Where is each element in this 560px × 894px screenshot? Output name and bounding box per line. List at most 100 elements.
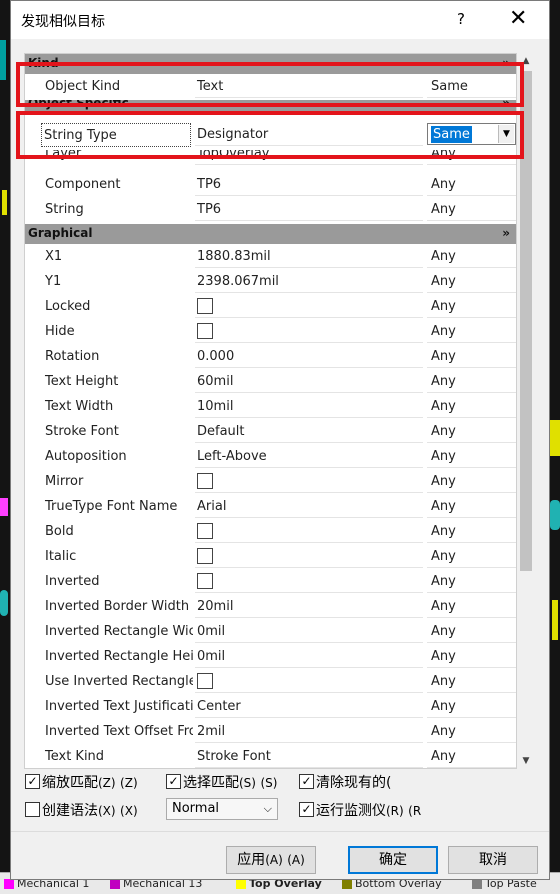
close-button[interactable]: ✕ xyxy=(509,6,527,32)
property-value[interactable]: 1880.83mil xyxy=(195,245,423,268)
checkbox-icon[interactable] xyxy=(197,322,213,339)
layer-color-swatch xyxy=(236,879,246,889)
match-mode[interactable]: Any xyxy=(427,320,516,343)
match-mode[interactable]: Any xyxy=(427,173,516,196)
match-mode[interactable]: Any xyxy=(427,645,516,668)
property-name: Italic xyxy=(45,549,77,564)
match-mode[interactable]: Any xyxy=(427,245,516,268)
property-row[interactable]: Autoposition Left-Above Any xyxy=(25,445,516,470)
collapse-icon[interactable]: » xyxy=(502,224,510,243)
property-row[interactable]: Italic Any xyxy=(25,545,516,570)
checkbox-icon: ✓ xyxy=(299,802,314,817)
property-value[interactable]: Center xyxy=(195,695,423,718)
property-value[interactable] xyxy=(195,545,423,568)
property-row[interactable]: Rotation 0.000 Any xyxy=(25,345,516,370)
vertical-scrollbar[interactable]: ▲ ▼ xyxy=(517,53,535,769)
create-expression-checkbox[interactable]: 创建语法(X) (X) xyxy=(25,800,138,820)
help-button[interactable]: ? xyxy=(457,10,465,28)
property-row[interactable]: Y1 2398.067mil Any xyxy=(25,270,516,295)
match-mode[interactable]: Any xyxy=(427,745,516,768)
match-mode[interactable]: Any xyxy=(427,570,516,593)
match-mode[interactable]: Any xyxy=(427,520,516,543)
checkbox-icon xyxy=(25,802,40,817)
match-mode[interactable]: Any xyxy=(427,595,516,618)
property-value[interactable] xyxy=(195,320,423,343)
zoom-matching-checkbox[interactable]: ✓ 缩放匹配(Z) (Z) xyxy=(25,772,138,792)
property-row[interactable]: Text Height 60mil Any xyxy=(25,370,516,395)
cancel-button[interactable]: 取消 xyxy=(448,846,538,874)
run-inspector-checkbox[interactable]: ✓ 运行监测仪(R) (R xyxy=(299,800,421,820)
mask-mode-select[interactable]: Normal ⌵ xyxy=(166,798,278,820)
select-matching-checkbox[interactable]: ✓ 选择匹配(S) (S) xyxy=(166,772,277,792)
property-value[interactable] xyxy=(195,470,423,493)
match-mode[interactable]: Any xyxy=(427,620,516,643)
property-row[interactable]: Inverted Rectangle Hei 0mil Any xyxy=(25,645,516,670)
match-mode[interactable]: Any xyxy=(427,470,516,493)
checkbox-icon[interactable] xyxy=(197,672,213,689)
property-value[interactable] xyxy=(195,570,423,593)
property-row[interactable]: TrueType Font Name Arial Any xyxy=(25,495,516,520)
checkbox-icon[interactable] xyxy=(197,572,213,589)
property-row[interactable]: Inverted Any xyxy=(25,570,516,595)
property-value[interactable]: 20mil xyxy=(195,595,423,618)
property-row[interactable]: String TP6 Any xyxy=(25,198,516,223)
property-value[interactable] xyxy=(195,670,423,693)
property-value[interactable]: TP6 xyxy=(195,173,423,196)
highlight-box-string-type xyxy=(16,111,524,159)
property-name: Inverted Text Justificati xyxy=(45,699,193,714)
property-row[interactable]: Inverted Rectangle Wic 0mil Any xyxy=(25,620,516,645)
property-value[interactable]: 60mil xyxy=(195,370,423,393)
match-mode[interactable]: Any xyxy=(427,720,516,743)
property-value[interactable]: Left-Above xyxy=(195,445,423,468)
match-mode[interactable]: Any xyxy=(427,370,516,393)
match-mode[interactable]: Any xyxy=(427,545,516,568)
scroll-down-icon[interactable]: ▼ xyxy=(517,753,535,769)
property-row[interactable]: Mirror Any xyxy=(25,470,516,495)
property-value[interactable]: TP6 xyxy=(195,198,423,221)
property-row[interactable]: Locked Any xyxy=(25,295,516,320)
property-row[interactable]: X1 1880.83mil Any xyxy=(25,245,516,270)
property-value[interactable] xyxy=(195,520,423,543)
property-value[interactable]: 2mil xyxy=(195,720,423,743)
match-mode[interactable]: Any xyxy=(427,445,516,468)
checkbox-icon[interactable] xyxy=(197,522,213,539)
property-row[interactable]: Hide Any xyxy=(25,320,516,345)
match-mode[interactable]: Any xyxy=(427,270,516,293)
property-row[interactable]: Use Inverted Rectangle Any xyxy=(25,670,516,695)
property-row[interactable]: Component TP6 Any xyxy=(25,173,516,198)
property-row[interactable]: Stroke Font Default Any xyxy=(25,420,516,445)
ok-button[interactable]: 确定 xyxy=(348,846,438,874)
match-mode[interactable]: Any xyxy=(427,695,516,718)
property-value[interactable]: 2398.067mil xyxy=(195,270,423,293)
match-mode[interactable]: Any xyxy=(427,420,516,443)
checkbox-icon[interactable] xyxy=(197,297,213,314)
section-graphical[interactable]: Graphical » xyxy=(25,224,516,244)
match-mode[interactable]: Any xyxy=(427,495,516,518)
clear-existing-checkbox[interactable]: ✓ 清除现有的( xyxy=(299,772,391,792)
property-value[interactable]: Stroke Font xyxy=(195,745,423,768)
checkbox-icon[interactable] xyxy=(197,472,213,489)
match-mode[interactable]: Any xyxy=(427,295,516,318)
checkbox-icon: ✓ xyxy=(25,774,40,789)
property-value[interactable] xyxy=(195,295,423,318)
apply-button[interactable]: 应用(A) (A) xyxy=(226,846,316,874)
match-mode[interactable]: Any xyxy=(427,670,516,693)
property-value[interactable]: 10mil xyxy=(195,395,423,418)
property-row[interactable]: Bold Any xyxy=(25,520,516,545)
property-row[interactable]: Inverted Text Offset Fro 2mil Any xyxy=(25,720,516,745)
find-similar-objects-dialog: 发现相似目标 ? ✕ Kind» Object Kind Text Same Obj… xyxy=(10,0,550,880)
property-row[interactable]: Inverted Text Justificati Center Any xyxy=(25,695,516,720)
property-value[interactable]: 0mil xyxy=(195,645,423,668)
property-row[interactable]: Inverted Border Width 20mil Any xyxy=(25,595,516,620)
property-value[interactable]: Arial xyxy=(195,495,423,518)
layer-color-swatch xyxy=(342,879,352,889)
property-value[interactable]: Default xyxy=(195,420,423,443)
match-mode[interactable]: Any xyxy=(427,345,516,368)
property-value[interactable]: 0mil xyxy=(195,620,423,643)
checkbox-icon[interactable] xyxy=(197,547,213,564)
property-row[interactable]: Text Kind Stroke Font Any xyxy=(25,745,516,768)
property-value[interactable]: 0.000 xyxy=(195,345,423,368)
property-row[interactable]: Text Width 10mil Any xyxy=(25,395,516,420)
match-mode[interactable]: Any xyxy=(427,198,516,221)
match-mode[interactable]: Any xyxy=(427,395,516,418)
